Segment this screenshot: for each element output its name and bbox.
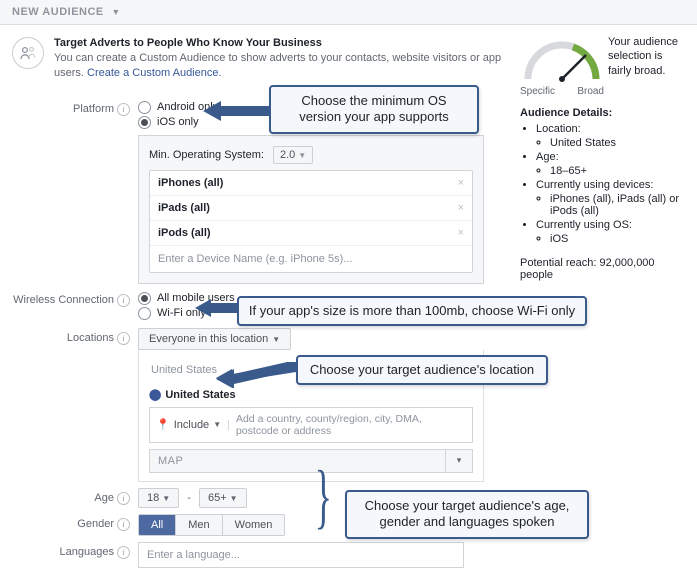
languages-label: Languages <box>60 546 114 558</box>
gender-all[interactable]: All <box>139 515 175 535</box>
pin-icon: 📍 <box>156 418 170 431</box>
include-label: Include <box>174 419 209 431</box>
info-icon[interactable]: i <box>117 103 130 116</box>
chevron-down-icon: ▼ <box>272 335 280 344</box>
intro-block: Target Adverts to People Who Know Your B… <box>0 33 514 93</box>
info-icon[interactable]: i <box>117 294 130 307</box>
device-item: iPhones (all)× <box>150 171 472 196</box>
location-input-placeholder: Add a country, county/region, city, DMA,… <box>236 413 466 437</box>
info-icon[interactable]: i <box>117 492 130 505</box>
arrow-icon <box>195 296 239 320</box>
header-title: NEW AUDIENCE <box>12 6 104 18</box>
arrow-icon <box>216 362 298 388</box>
info-icon[interactable]: i <box>117 518 130 531</box>
chevron-down-icon: ▼ <box>298 151 306 160</box>
map-toggle[interactable]: ▾ <box>446 449 473 473</box>
age-min-dropdown[interactable]: 18▼ <box>138 488 179 508</box>
intro-body: You can create a Custom Audience to show… <box>54 51 508 81</box>
platform-box: Min. Operating System: 2.0▼ iPhones (all… <box>138 135 484 284</box>
audience-icon <box>12 37 44 69</box>
remove-icon[interactable]: × <box>458 227 464 239</box>
intro-heading: Target Adverts to People Who Know Your B… <box>54 37 322 49</box>
age-label: Age <box>94 492 114 504</box>
chevron-down-icon: ▼ <box>111 7 120 17</box>
audience-msg: Your audience selection is fairly broad. <box>608 35 687 78</box>
remove-icon[interactable]: × <box>458 177 464 189</box>
gauge-broad: Broad <box>577 86 604 97</box>
remove-icon[interactable]: × <box>458 202 464 214</box>
details-list: Location:United States Age:18–65+ Curren… <box>536 123 687 245</box>
age-max-dropdown[interactable]: 65+▼ <box>199 488 247 508</box>
chevron-down-icon: ▼ <box>230 494 238 503</box>
chevron-down-icon[interactable]: ▼ <box>213 420 221 429</box>
platform-label: Platform <box>73 103 114 115</box>
callout-wifi: If your app's size is more than 100mb, c… <box>237 296 587 326</box>
device-list: iPhones (all)× iPads (all)× iPods (all)×… <box>149 170 473 273</box>
languages-input[interactable]: Enter a language... <box>138 542 464 568</box>
chevron-down-icon: ▼ <box>162 494 170 503</box>
location-search[interactable]: 📍 Include ▼ | Add a country, county/regi… <box>149 407 473 443</box>
info-icon[interactable]: i <box>117 546 130 559</box>
min-os-dropdown[interactable]: 2.0▼ <box>273 146 313 164</box>
arrow-icon <box>203 98 271 124</box>
gender-segment: All Men Women <box>138 514 285 536</box>
map-button[interactable]: MAP <box>149 449 446 473</box>
gender-men[interactable]: Men <box>175 515 221 535</box>
callout-location: Choose your target audience's location <box>296 355 548 385</box>
callout-age-gender: Choose your target audience's age, gende… <box>345 490 589 539</box>
pin-icon: ⬤ <box>149 389 161 401</box>
create-custom-audience-link[interactable]: Create a Custom Audience. <box>87 67 222 79</box>
gender-women[interactable]: Women <box>222 515 285 535</box>
details-heading: Audience Details: <box>520 107 687 119</box>
device-item: iPods (all)× <box>150 221 472 246</box>
info-icon[interactable]: i <box>117 332 130 345</box>
gauge-specific: Specific <box>520 86 555 97</box>
location-scope-dropdown[interactable]: Everyone in this location▼ <box>138 328 291 350</box>
locations-label: Locations <box>67 332 114 344</box>
callout-min-os: Choose the minimum OS version your app s… <box>269 85 479 134</box>
gauge-icon <box>520 35 604 88</box>
brace-icon: } <box>315 468 332 526</box>
location-tag[interactable]: ⬤United States <box>149 388 473 401</box>
gender-label: Gender <box>77 518 114 530</box>
device-input[interactable]: Enter a Device Name (e.g. iPhone 5s)... <box>150 246 472 272</box>
device-item: iPads (all)× <box>150 196 472 221</box>
potential-reach: Potential reach: 92,000,000 people <box>520 257 687 281</box>
section-header[interactable]: NEW AUDIENCE ▼ <box>0 0 697 25</box>
wifi-label: Wireless Connection <box>13 294 114 306</box>
min-os-label: Min. Operating System: <box>149 149 264 161</box>
